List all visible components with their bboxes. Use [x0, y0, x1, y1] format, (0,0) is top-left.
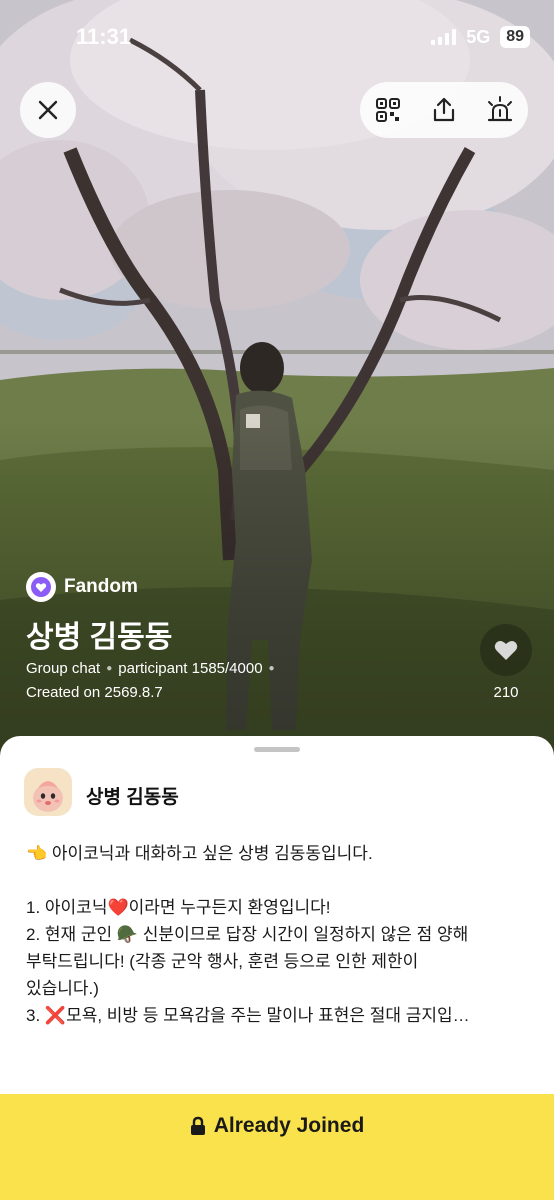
description-line: 2. 현재 군인 🪖 신분이므로 답장 시간이 일정하지 않은 점 양해: [26, 925, 469, 944]
network-type: 5G: [466, 26, 491, 47]
fandom-heart-icon: [26, 572, 56, 602]
description-line: 1. 아이코닉❤️이라면 누구든지 환영입니다!: [26, 898, 331, 917]
qr-code-button[interactable]: [368, 90, 408, 130]
close-icon: [38, 100, 58, 120]
report-siren-icon: [487, 96, 513, 122]
join-button[interactable]: Already Joined: [190, 1114, 365, 1138]
meta-separator: ●: [268, 663, 275, 674]
join-label: Already Joined: [213, 1114, 365, 1137]
sheet-grabber[interactable]: [254, 747, 300, 752]
participant-count: participant 1585/4000: [118, 660, 263, 677]
description-line: 3. ❌모욕, 비방 등 모욕감을 주는 말이나 표현은 절대 금지입…: [26, 1006, 470, 1025]
created-date: Created on 2569.8.7: [26, 684, 163, 701]
heart-icon: [494, 641, 518, 660]
room-meta: Group chat ● participant 1585/4000 ●: [26, 660, 275, 677]
description-line: 있습니다.): [26, 979, 99, 998]
close-button[interactable]: [20, 82, 76, 138]
report-button[interactable]: [480, 90, 520, 130]
room-title: 상병 김동동: [26, 621, 173, 654]
category-badge: Fandom: [26, 572, 138, 602]
status-time: 11:31: [76, 24, 132, 49]
room-description: 👈 아이코닉과 대화하고 싶은 상병 김동동입니다. 1. 아이코닉❤️이라면 …: [26, 840, 526, 1029]
description-line: 👈 아이코닉과 대화하고 싶은 상병 김동동입니다.: [26, 844, 373, 863]
meta-separator: ●: [106, 663, 113, 674]
like-button[interactable]: [480, 624, 532, 676]
cellular-signal-icon: [431, 29, 457, 45]
share-icon: [433, 97, 455, 122]
qr-code-icon: [376, 98, 400, 122]
lock-icon: [190, 1116, 205, 1135]
peach-character-icon: [33, 781, 63, 812]
host-avatar[interactable]: [24, 768, 72, 816]
status-indicators: 5G 89: [431, 26, 530, 48]
top-actions-group: [360, 82, 528, 138]
share-button[interactable]: [424, 90, 464, 130]
category-label: Fandom: [64, 576, 138, 597]
description-line: 부탁드립니다! (각종 군악 행사, 훈련 등으로 인한 제한이: [26, 952, 419, 971]
like-count: 210: [493, 684, 519, 701]
room-type: Group chat: [26, 660, 101, 677]
battery-level: 89: [500, 26, 530, 48]
host-name: 상병 김동동: [86, 787, 179, 808]
join-status-bar[interactable]: Already Joined: [0, 1094, 554, 1200]
